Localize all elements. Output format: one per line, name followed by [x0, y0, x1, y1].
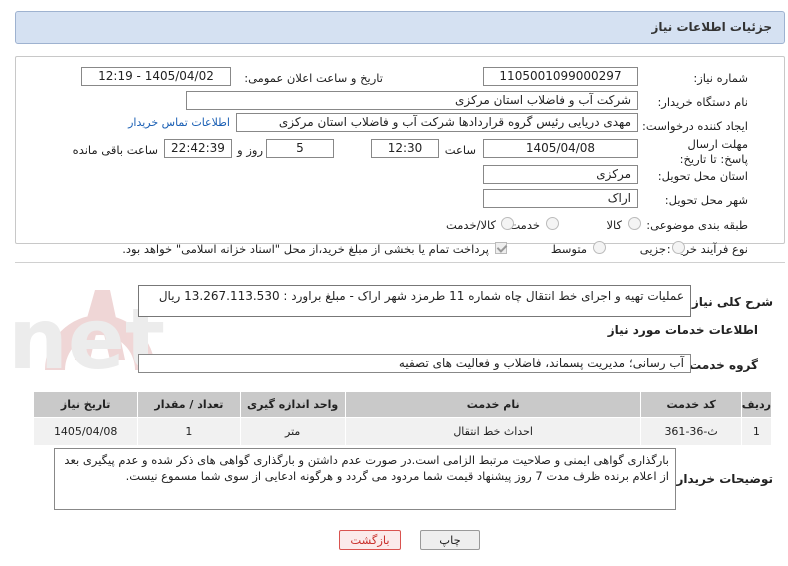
page-title: جزئیات اطلاعات نیاز [651, 20, 772, 34]
table-row[interactable]: 1 ث-36-361 احداث خط انتقال متر 1 1405/04… [32, 417, 773, 446]
category-radio-service[interactable] [546, 217, 559, 230]
category-option-goods: کالا [606, 218, 622, 232]
page: AriaTender.net جزئیات اطلاعات نیاز شماره… [0, 0, 788, 566]
announce-field[interactable]: 1405/04/02 - 12:19 [81, 67, 231, 86]
days-field[interactable]: 5 [266, 139, 334, 158]
process-radio-medium[interactable] [593, 241, 606, 254]
payment-note: پرداخت تمام یا بخشی از مبلغ خرید،از محل … [122, 242, 489, 256]
deadline-date-field[interactable]: 1405/04/08 [483, 139, 638, 158]
cell-quantity: 1 [137, 417, 241, 446]
summary-label: شرح کلی نیاز: [687, 295, 773, 309]
remaining-label: ساعت باقی مانده [72, 143, 158, 157]
service-group-label: گروه خدمت: [684, 358, 758, 372]
need-number-field[interactable]: 1105001099000297 [483, 67, 638, 86]
table-header-row: ردیف کد خدمت نام خدمت واحد اندازه گیری ت… [32, 391, 773, 418]
process-radio-minor[interactable] [672, 241, 685, 254]
remaining-time-field[interactable]: 22:42:39 [164, 139, 232, 158]
city-field[interactable]: اراک [483, 189, 638, 208]
deadline-time-field[interactable]: 12:30 [371, 139, 439, 158]
buyer-notes-label: توضیحات خریدار: [671, 472, 773, 486]
deadline-time-label: ساعت [444, 143, 476, 157]
need-number-label: شماره نیاز: [693, 71, 748, 85]
category-radio-goods[interactable] [628, 217, 641, 230]
services-table: ردیف کد خدمت نام خدمت واحد اندازه گیری ت… [32, 391, 773, 446]
service-group-field[interactable]: آب رسانی؛ مدیریت پسماند، فاضلاب و فعالیت… [138, 354, 691, 373]
creator-field[interactable]: مهدی دریایی رئیس گروه قراردادها شرکت آب … [236, 113, 638, 132]
services-heading: اطلاعات خدمات مورد نیاز [607, 323, 758, 337]
col-header-quantity: تعداد / مقدار [137, 391, 241, 418]
province-field[interactable]: مرکزی [483, 165, 638, 184]
announce-label: تاریخ و ساعت اعلان عمومی: [244, 71, 383, 85]
print-button[interactable]: چاپ [420, 530, 480, 550]
buyer-org-field[interactable]: شرکت آب و فاضلاب استان مرکزی [186, 91, 638, 110]
cell-row-number: 1 [740, 417, 773, 446]
process-option-minor: جزیی [639, 242, 666, 256]
col-header-service-code: کد خدمت [640, 391, 742, 418]
cell-service-code: ث-36-361 [640, 417, 742, 446]
divider [15, 262, 785, 263]
back-button[interactable]: بازگشت [339, 530, 401, 550]
province-label: استان محل تحویل: [657, 169, 748, 183]
payment-checkbox[interactable] [495, 242, 507, 254]
buyer-notes-field[interactable]: بارگذاری گواهی ایمنی و صلاحیت مرتبط الزا… [54, 448, 676, 510]
buyer-contact-link[interactable]: اطلاعات تماس خریدار [128, 116, 230, 129]
cell-need-date: 1405/04/08 [32, 417, 139, 446]
col-header-row-number: ردیف [740, 391, 773, 418]
cell-unit: متر [239, 417, 346, 446]
buyer-org-label: نام دستگاه خریدار: [657, 95, 748, 109]
process-option-medium: متوسط [550, 242, 587, 256]
col-header-need-date: تاریخ نیاز [32, 391, 139, 418]
summary-field[interactable]: عملیات تهیه و اجرای خط انتقال چاه شماره … [138, 285, 691, 317]
days-label: روز و [237, 143, 263, 157]
col-header-unit: واحد اندازه گیری [239, 391, 346, 418]
col-header-service-name: نام خدمت [344, 391, 642, 418]
cell-service-name: احداث خط انتقال [344, 417, 642, 446]
category-option-service: خدمت [509, 218, 540, 232]
creator-label: ایجاد کننده درخواست: [642, 119, 748, 133]
category-radio-goods-service[interactable] [501, 217, 514, 230]
category-option-goods-service: کالا/خدمت [445, 218, 496, 232]
deadline-label: مهلت ارسال پاسخ: تا تاریخ: [679, 137, 748, 166]
title-bar: جزئیات اطلاعات نیاز [15, 11, 785, 44]
city-label: شهر محل تحویل: [664, 193, 748, 207]
category-label: طبقه بندی موضوعی: [646, 218, 748, 232]
